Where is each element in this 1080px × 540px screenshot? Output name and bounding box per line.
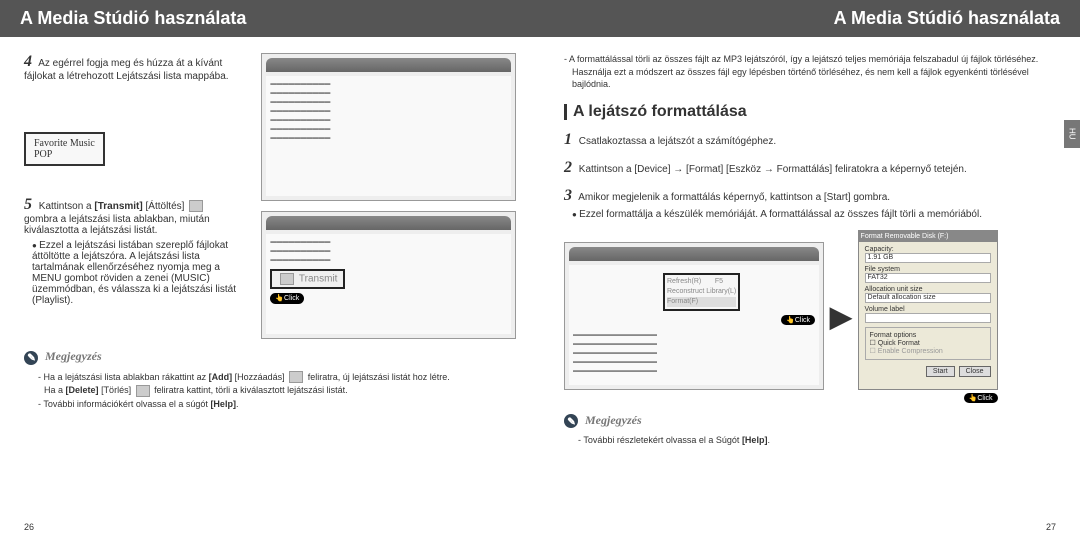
screenshot-device-menu: Refresh(R) F5 Reconstruct Library(L) For… (564, 242, 824, 390)
page-number-right: 27 (1046, 522, 1056, 532)
step-5: 5 Kattintson a [Transmit] [Áttöltés] gom… (24, 196, 249, 306)
step-number: 5 (24, 196, 32, 213)
screenshot-bottom: ▬▬▬▬▬▬▬▬▬▬▬▬▬▬▬▬▬▬▬▬▬▬▬▬▬▬▬▬▬▬ Transmit … (261, 211, 516, 339)
transmit-callout: Transmit (270, 269, 345, 289)
screenshot-top: ▬▬▬▬▬▬▬▬▬▬▬▬▬▬▬▬▬▬▬▬▬▬▬▬▬▬▬▬▬▬▬▬▬▬▬▬▬▬▬▬… (261, 53, 516, 201)
step-1: 1 Csatlakoztassa a lejátszót a számítógé… (564, 131, 1056, 149)
page-header-right: A Media Stúdió használata (540, 0, 1080, 37)
section-title: A lejátszó formattálása (564, 103, 1056, 121)
note-icon: ✎ (24, 351, 38, 365)
delete-icon (136, 385, 150, 397)
page-header-left: A Media Stúdió használata (0, 0, 540, 37)
transmit-label: Transmit (299, 274, 338, 285)
step-text-after: [Áttöltés] (146, 201, 185, 212)
step-4: 4 Az egérrel fogja meg és húzza át a kív… (24, 53, 249, 82)
language-tab: HU (1064, 120, 1080, 148)
filesystem-field[interactable]: FAT32 (865, 273, 991, 283)
add-icon (289, 371, 303, 383)
intro-paragraph: - A formattálással törli az összes fájlt… (564, 53, 1056, 91)
favorite-music-callout: Favorite Music POP (24, 132, 105, 166)
callout-line1: Favorite Music (34, 138, 95, 149)
device-dropdown-callout: Refresh(R) F5 Reconstruct Library(L) For… (663, 273, 740, 311)
step-text-before: Kattintson a (39, 201, 92, 212)
transmit-icon (189, 200, 203, 212)
step-body: gombra a lejátszási lista ablakban, miut… (24, 214, 210, 236)
note-icon: ✎ (564, 414, 578, 428)
notes-title-right: ✎ Megjegyzés (564, 413, 1056, 429)
step-3: 3 Amikor megjelenik a formattálás képern… (564, 187, 1056, 220)
notes-body-left: - Ha a lejátszási lista ablakban rákatti… (24, 371, 516, 412)
step-text: Az egérrel fogja meg és húzza át a kíván… (24, 58, 229, 82)
format-dialog: Format Removable Disk (F:) Capacity:1.91… (858, 230, 998, 390)
click-badge: 👆Click (270, 293, 304, 304)
notes-title-left: ✎ Megjegyzés (24, 349, 516, 365)
capacity-field[interactable]: 1.91 GB (865, 253, 991, 263)
allocation-field[interactable]: Default allocation size (865, 293, 991, 303)
arrow-right-icon: ▶ (830, 300, 852, 333)
dialog-title: Format Removable Disk (F:) (859, 231, 997, 242)
click-badge: 👆Click (781, 315, 815, 325)
page-number-left: 26 (24, 522, 34, 532)
volume-label-field[interactable] (865, 313, 991, 323)
step-2: 2 Kattintson a [Device] → [Format] [Eszk… (564, 159, 1056, 177)
step3-bullet: Ezzel formattálja a készülék memóriáját.… (572, 209, 1056, 220)
transmit-bold: [Transmit] (94, 201, 142, 212)
step-number: 4 (24, 53, 32, 70)
close-button[interactable]: Close (959, 366, 991, 377)
notes-body-right: - További részletekért olvassa el a Súgó… (564, 434, 1056, 448)
transmit-icon (280, 273, 294, 285)
start-button[interactable]: Start (926, 366, 955, 377)
step5-bullet: Ezzel a lejátszási listában szereplő fáj… (32, 240, 249, 306)
format-options-group: Format options ☐ Quick Format ☐ Enable C… (865, 327, 991, 360)
click-badge: 👆Click (964, 393, 998, 403)
callout-line2: POP (34, 149, 95, 160)
